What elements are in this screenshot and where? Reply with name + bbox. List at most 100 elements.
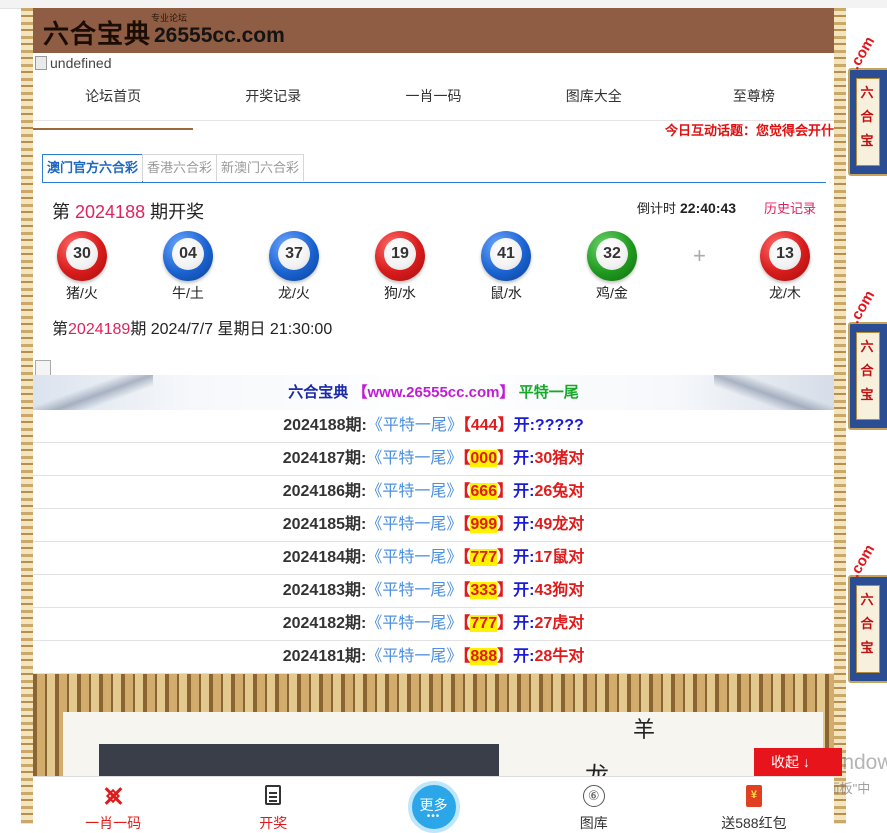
record-tag: 《平特一尾》 bbox=[366, 615, 463, 632]
ball-number: 13 bbox=[769, 238, 801, 270]
side-ad-glyph: 六 bbox=[860, 86, 874, 101]
result-ball-item: 41 鼠/水 bbox=[471, 231, 541, 303]
topic-marquee[interactable]: 今日互动话题：您觉得会开什 bbox=[665, 120, 834, 142]
record-tag: 《平特一尾》 bbox=[366, 516, 463, 533]
tab-new-macau[interactable]: 新澳门六合彩 bbox=[216, 154, 305, 181]
bottom-nav-one-code[interactable]: 一肖一码 bbox=[33, 777, 193, 831]
side-ad-banner[interactable]: 六 合 宝 bbox=[848, 68, 887, 176]
draw-prefix: 第 bbox=[52, 202, 70, 222]
countdown-value: 22:40:43 bbox=[680, 200, 737, 216]
left-decorative-border bbox=[21, 8, 33, 824]
ball-zodiac-label: 龙/木 bbox=[769, 285, 801, 301]
ball-number: 41 bbox=[490, 238, 522, 270]
nav-item-one-code[interactable]: 一肖一码 bbox=[353, 83, 513, 120]
picture-calligraphy: 羊 bbox=[633, 718, 656, 743]
record-tag: 《平特一尾》 bbox=[366, 648, 463, 665]
more-button[interactable]: 更多 bbox=[407, 781, 460, 833]
record-issue: 2024186期: bbox=[282, 483, 367, 500]
bottom-nav-more[interactable]: 更多 ••• bbox=[353, 777, 513, 833]
record-tag: 《平特一尾》 bbox=[366, 417, 463, 434]
record-open-label: 开: bbox=[513, 483, 535, 500]
record-bracket: 】 bbox=[497, 582, 514, 599]
record-bracket: 】 bbox=[497, 615, 514, 632]
record-code: 888 bbox=[470, 648, 498, 665]
next-draw-time: 期 2024/7/7 星期日 21:30:00 bbox=[130, 321, 333, 338]
record-result: 28牛对 bbox=[534, 648, 585, 665]
record-row: 2024188期:《平特一尾》【444】开:????? bbox=[33, 410, 834, 443]
record-code: 999 bbox=[470, 516, 498, 533]
record-code: 777 bbox=[470, 615, 498, 632]
bottom-nav-red-packet[interactable]: 送588红包 bbox=[674, 777, 834, 831]
nav-item-ranking[interactable]: 至尊榜 bbox=[674, 83, 834, 120]
circle-six-icon: ⑥ bbox=[582, 785, 605, 807]
draw-title: 第 2024188 期开奖 bbox=[52, 198, 204, 224]
record-result: 26兔对 bbox=[534, 483, 585, 500]
banner-mountain-decoration bbox=[33, 375, 153, 410]
side-ad-banner[interactable]: 六 合 宝 bbox=[848, 322, 887, 430]
record-tag: 《平特一尾》 bbox=[366, 582, 463, 599]
side-ad-glyph: 合 bbox=[860, 364, 874, 379]
next-draw-prefix: 第 bbox=[52, 321, 69, 338]
record-tag: 《平特一尾》 bbox=[366, 483, 463, 500]
ball-number: 30 bbox=[66, 238, 98, 270]
result-balls: 30 猪/火 04 牛/土 37 龙/火 19 狗/水 41 鼠/水 32 鸡/… bbox=[33, 231, 834, 311]
record-code: 000 bbox=[470, 450, 498, 467]
lottery-tabs: 澳门官方六合彩 香港六合彩 新澳门六合彩 bbox=[42, 154, 826, 183]
result-ball-item: 04 牛/土 bbox=[153, 231, 223, 303]
record-bracket: 】 bbox=[497, 450, 514, 467]
next-draw-number: 2024189 bbox=[68, 321, 131, 338]
bottom-nav-gallery[interactable]: ⑥ 图库 bbox=[514, 777, 674, 831]
record-result: 49龙对 bbox=[534, 516, 585, 533]
countdown-label: 倒计时 bbox=[637, 201, 677, 216]
side-ad-glyph: 六 bbox=[860, 593, 874, 608]
main-nav: 论坛首页 开奖记录 一肖一码 图库大全 至尊榜 bbox=[33, 83, 834, 130]
header-logo-bar: 六合宝典 专业论坛 26555cc.com bbox=[33, 8, 834, 53]
lottery-ball-special: 13 bbox=[760, 231, 810, 281]
side-ad-banner[interactable]: 六 合 宝 bbox=[848, 575, 887, 683]
record-bracket: 【 bbox=[462, 417, 471, 434]
history-link[interactable]: 历史记录 bbox=[764, 198, 816, 217]
result-ball-item: 32 鸡/金 bbox=[577, 231, 647, 303]
record-code: 777 bbox=[470, 549, 498, 566]
broken-image-icon bbox=[35, 56, 47, 70]
ball-zodiac-label: 牛/土 bbox=[172, 285, 204, 301]
side-ad-glyph: 宝 bbox=[860, 388, 874, 403]
record-result: ????? bbox=[534, 417, 584, 434]
side-ad-glyph: 合 bbox=[860, 617, 874, 632]
ball-zodiac-label: 狗/水 bbox=[384, 285, 416, 301]
main-content: 六合宝典 专业论坛 26555cc.com undefined 论坛首页 开奖记… bbox=[33, 8, 834, 824]
record-issue: 2024181期: bbox=[282, 648, 367, 665]
countdown: 倒计时 22:40:43 bbox=[637, 198, 736, 217]
nav-item-gallery[interactable]: 图库大全 bbox=[514, 83, 674, 120]
record-code: 444 bbox=[470, 417, 498, 434]
nav-item-draw-records[interactable]: 开奖记录 bbox=[193, 83, 353, 120]
broken-image-icon bbox=[35, 360, 51, 376]
bottom-nav-draw[interactable]: 开奖 bbox=[193, 777, 353, 831]
record-tag: 《平特一尾》 bbox=[366, 549, 463, 566]
lottery-ball: 04 bbox=[163, 231, 213, 281]
record-row: 2024184期:《平特一尾》【777】开:17鼠对 bbox=[33, 542, 834, 575]
bottom-nav-label: 开奖 bbox=[259, 815, 288, 831]
ball-zodiac-label: 龙/火 bbox=[278, 285, 310, 301]
bottom-nav-label: 送588红包 bbox=[721, 815, 787, 831]
result-ball-item: 19 狗/水 bbox=[365, 231, 435, 303]
record-result: 27虎对 bbox=[534, 615, 585, 632]
site-logo-text[interactable]: 六合宝典 bbox=[43, 14, 151, 51]
more-icon: ••• bbox=[426, 811, 441, 822]
tab-hongkong[interactable]: 香港六合彩 bbox=[142, 154, 218, 181]
record-code: 666 bbox=[470, 483, 498, 500]
ball-number: 19 bbox=[384, 238, 416, 270]
record-result: 43狗对 bbox=[534, 582, 585, 599]
lottery-ball: 30 bbox=[57, 231, 107, 281]
result-ball-item: 30 猪/火 bbox=[47, 231, 117, 303]
collapse-button[interactable]: 收起 ↓ bbox=[754, 748, 842, 776]
next-draw-info: 第2024189期 2024/7/7 星期日 21:30:00 bbox=[52, 315, 332, 339]
special-ball-item: 13 龙/木 bbox=[750, 231, 820, 303]
banner-url: 【www.26555cc.com】 bbox=[352, 384, 515, 401]
red-packet-icon bbox=[745, 785, 762, 807]
tab-macau-official[interactable]: 澳门官方六合彩 bbox=[42, 154, 144, 182]
section-banner: 六合宝典 【www.26555cc.com】 平特一尾 bbox=[33, 375, 834, 410]
site-logo-domain[interactable]: 26555cc.com bbox=[154, 24, 285, 48]
nav-item-home[interactable]: 论坛首页 bbox=[33, 83, 194, 130]
lottery-ball: 37 bbox=[269, 231, 319, 281]
